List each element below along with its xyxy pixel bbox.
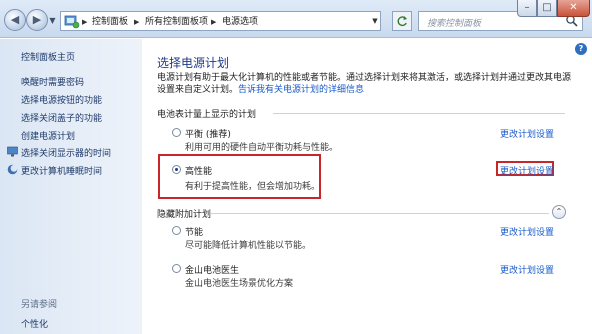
plan-balanced-name[interactable]: 平衡 (推荐) xyxy=(185,127,231,140)
breadcrumb-control-panel[interactable]: 控制面板 xyxy=(92,16,128,28)
refresh-button[interactable] xyxy=(392,11,412,31)
page-description: 电源计划有助于最大化计算机的性能或者节能。通过选择计划来将其激活，或选择计划并通… xyxy=(157,72,577,96)
breadcrumb-separator-icon: ▶ xyxy=(82,18,88,26)
display-icon xyxy=(7,146,18,157)
plan-battery-doctor-desc: 金山电池医生场景优化方案 xyxy=(185,279,294,289)
plan-balanced-radio[interactable] xyxy=(172,128,181,137)
main-content: ? 选择电源计划 电源计划有助于最大化计算机的性能或者节能。通过选择计划来将其激… xyxy=(143,39,592,334)
plan-battery-doctor-radio[interactable] xyxy=(172,264,181,273)
plan-high-performance-name[interactable]: 高性能 xyxy=(185,164,212,177)
refresh-icon xyxy=(397,16,407,27)
page-title: 选择电源计划 xyxy=(157,56,230,70)
sidebar: 控制面板主页 唤醒时需要密码 选择电源按钮的功能 选择关闭盖子的功能 创建电源计… xyxy=(0,39,142,334)
history-dropdown-icon[interactable]: ▼ xyxy=(48,16,57,25)
control-panel-icon xyxy=(64,15,80,29)
plan-power-saver-desc: 尽可能降低计算机性能以节能。 xyxy=(185,241,312,251)
back-button[interactable]: ◀ xyxy=(4,9,26,31)
plan-battery-doctor-change-link[interactable]: 更改计划设置 xyxy=(500,263,554,276)
search-placeholder: 搜索控制面板 xyxy=(427,19,482,29)
maximize-button[interactable]: □ xyxy=(537,0,557,17)
address-bar[interactable]: ▶ 控制面板 ▶ 所有控制面板项 ▶ 电源选项 xyxy=(60,11,381,31)
highlight-box xyxy=(158,154,321,199)
plan-high-performance-desc: 有利于提高性能，但会增加功耗。 xyxy=(185,182,321,192)
collapse-hidden-plans-button[interactable]: ⌃ xyxy=(552,205,566,219)
sidebar-item-create-plan[interactable]: 创建电源计划 xyxy=(21,129,75,142)
section-hidden-heading[interactable]: 隐藏附加计划 xyxy=(157,207,211,220)
chevron-up-icon: ⌃ xyxy=(555,207,563,216)
plan-balanced-desc: 利用可用的硬件自动平衡功耗与性能。 xyxy=(185,143,339,153)
section-divider xyxy=(211,213,549,214)
sidebar-item-sleep-time[interactable]: 更改计算机睡眠时间 xyxy=(21,164,102,177)
sidebar-item-home[interactable]: 控制面板主页 xyxy=(21,50,75,63)
learn-more-link[interactable]: 告诉我有关电源计划的详细信息 xyxy=(238,85,364,95)
forward-button[interactable]: ▶ xyxy=(26,9,48,31)
sidebar-item-display-off[interactable]: 选择关闭显示器的时间 xyxy=(21,146,111,159)
sidebar-item-personalize[interactable]: 个性化 xyxy=(21,317,48,330)
plan-high-performance-radio[interactable] xyxy=(172,165,181,174)
plan-power-saver-radio[interactable] xyxy=(172,226,181,235)
help-icon[interactable]: ? xyxy=(575,43,587,55)
breadcrumb-separator-icon[interactable]: ▶ xyxy=(211,16,216,28)
address-dropdown-icon[interactable]: ▼ xyxy=(369,11,381,31)
sleep-icon xyxy=(7,164,18,175)
sidebar-item-power-button[interactable]: 选择电源按钮的功能 xyxy=(21,93,102,106)
see-also-heading: 另请参阅 xyxy=(21,300,58,310)
plan-power-saver-change-link[interactable]: 更改计划设置 xyxy=(500,225,554,238)
breadcrumb-power-options[interactable]: 电源选项 xyxy=(222,16,258,28)
breadcrumb-all-items[interactable]: 所有控制面板项 xyxy=(145,16,208,28)
close-button[interactable]: ✕ xyxy=(557,0,590,17)
sidebar-item-lid-close[interactable]: 选择关闭盖子的功能 xyxy=(21,111,102,124)
breadcrumb-separator-icon[interactable]: ▶ xyxy=(134,16,139,28)
plan-balanced-change-link[interactable]: 更改计划设置 xyxy=(500,127,554,140)
plan-high-performance-change-link[interactable]: 更改计划设置 xyxy=(500,164,554,177)
plan-battery-doctor-name[interactable]: 金山电池医生 xyxy=(185,263,239,276)
address-toolbar: ◀ ▶ ▼ ▶ 控制面板 ▶ 所有控制面板项 ▶ 电源选项 ▼ 搜索控制面板 –… xyxy=(0,0,592,38)
section-battery-heading: 电池表计量上显示的计划 xyxy=(157,110,257,120)
minimize-button[interactable]: – xyxy=(517,0,537,17)
sidebar-item-wake-password[interactable]: 唤醒时需要密码 xyxy=(21,75,84,88)
plan-power-saver-name[interactable]: 节能 xyxy=(185,225,203,238)
section-divider xyxy=(273,113,565,114)
